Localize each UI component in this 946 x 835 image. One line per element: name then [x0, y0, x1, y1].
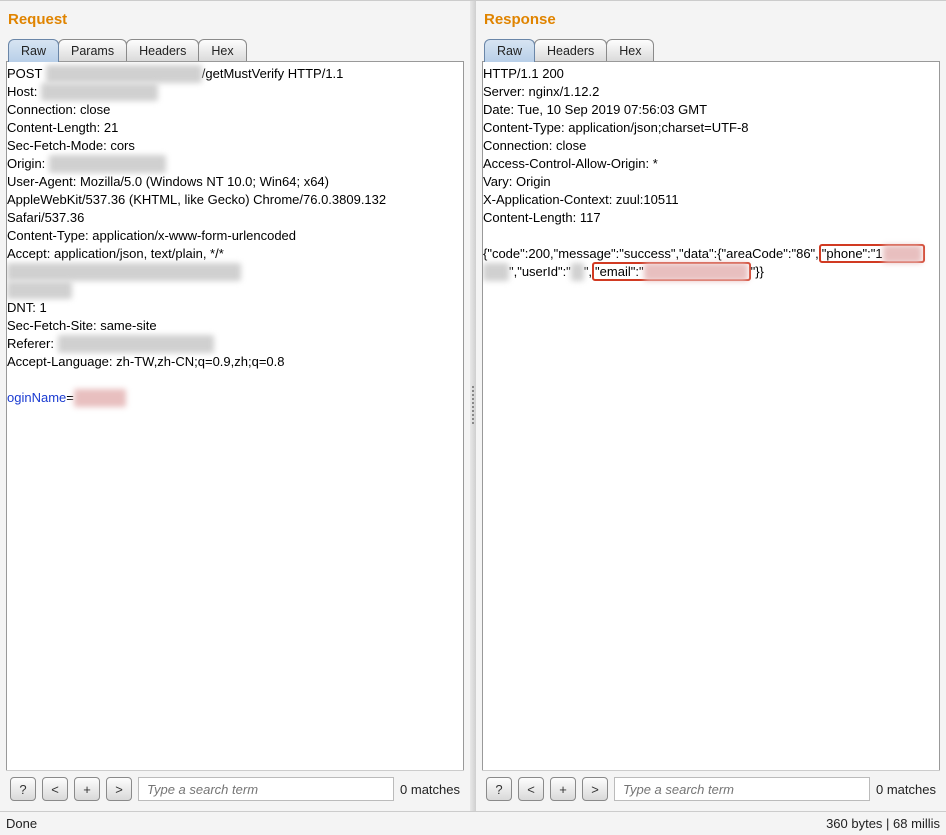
hdr-ref-label: Referer: [7, 336, 58, 351]
next-button[interactable]: > [582, 777, 608, 801]
hdr-ua2: AppleWebKit/537.36 (KHTML, like Gecko) C… [7, 192, 386, 207]
tab-hex[interactable]: Hex [606, 39, 654, 62]
redacted-phone: xxxxxx [883, 245, 922, 263]
hdr-host-label: Host: [7, 84, 41, 99]
status-left: Done [6, 816, 37, 831]
hdr-al: Accept-Language: zh-TW,zh-CN;q=0.9,zh;q=… [7, 354, 285, 369]
match-count: 0 matches [876, 782, 936, 797]
json-seg3: "}} [751, 264, 764, 279]
highlight-phone: "phone":"1xxxxxx [819, 244, 925, 263]
add-button[interactable]: + [550, 777, 576, 801]
req-line-method: POST [7, 66, 46, 81]
help-button[interactable]: ? [486, 777, 512, 801]
hdr-ua1: User-Agent: Mozilla/5.0 (Windows NT 10.0… [7, 174, 329, 189]
hdr-accept: Accept: application/json, text/plain, */… [7, 246, 224, 261]
request-title: Request [4, 5, 466, 38]
resp-server: Server: nginx/1.12.2 [483, 84, 599, 99]
resp-acao: Access-Control-Allow-Origin: * [483, 156, 658, 171]
request-pane: Request Raw Params Headers Hex POST xxxx… [0, 1, 470, 811]
hdr-dnt: DNT: 1 [7, 300, 47, 315]
help-button[interactable]: ? [10, 777, 36, 801]
hdr-clen: Content-Length: 21 [7, 120, 118, 135]
status-right: 360 bytes | 68 millis [826, 816, 940, 831]
hdr-ct: Content-Type: application/x-www-form-url… [7, 228, 296, 243]
highlight-email: "email":"xxxxxxxxxxxxxxxx [592, 262, 751, 281]
resp-vary: Vary: Origin [483, 174, 551, 189]
prev-button[interactable]: < [42, 777, 68, 801]
response-title: Response [480, 5, 942, 38]
redacted-gap: xxxx [483, 263, 509, 281]
redacted-userid: xx [571, 263, 584, 281]
hdr-sfm: Sec-Fetch-Mode: cors [7, 138, 135, 153]
tab-headers[interactable]: Headers [126, 39, 199, 62]
tab-raw[interactable]: Raw [484, 39, 535, 62]
resp-clen: Content-Length: 117 [483, 210, 601, 225]
redacted-path: xxxxxxxxxxxxxxxxxxxxxxxx [46, 65, 202, 83]
resp-status: HTTP/1.1 200 [483, 66, 564, 81]
resp-conn: Connection: close [483, 138, 586, 153]
app-root: Request Raw Params Headers Hex POST xxxx… [0, 0, 946, 835]
panes-container: Request Raw Params Headers Hex POST xxxx… [0, 1, 946, 811]
prev-button[interactable]: < [518, 777, 544, 801]
request-content-wrap: POST xxxxxxxxxxxxxxxxxxxxxxxx/getMustVer… [6, 61, 464, 770]
response-tabs: Raw Headers Hex [480, 38, 942, 61]
redacted-body-value: xxxxxxxx [74, 389, 126, 407]
tab-raw[interactable]: Raw [8, 39, 59, 62]
req-line-tail: /getMustVerify HTTP/1.1 [202, 66, 344, 81]
search-input[interactable] [138, 777, 394, 801]
response-content-wrap: HTTP/1.1 200 Server: nginx/1.12.2 Date: … [482, 61, 940, 770]
hdr-conn: Connection: close [7, 102, 110, 117]
tab-params[interactable]: Params [58, 39, 127, 62]
hdr-origin-label: Origin: [7, 156, 49, 171]
json-phone-label: "phone":"1 [822, 246, 883, 261]
request-raw-content[interactable]: POST xxxxxxxxxxxxxxxxxxxxxxxx/getMustVer… [7, 62, 463, 770]
resp-ct: Content-Type: application/json;charset=U… [483, 120, 749, 135]
response-pane: Response Raw Headers Hex HTTP/1.1 200 Se… [476, 1, 946, 811]
redacted-host: xxxxxxxxxxxxxxxxxx [41, 83, 158, 101]
request-tabs: Raw Params Headers Hex [4, 38, 466, 61]
request-search-row: ? < + > 0 matches [6, 770, 464, 807]
json-email-label: "email":" [595, 264, 644, 279]
match-count: 0 matches [400, 782, 460, 797]
response-search-row: ? < + > 0 matches [482, 770, 940, 807]
status-bar: Done 360 bytes | 68 millis [0, 811, 946, 835]
redacted-header-1: xxxxxxxxxxxxxxxxxxxxxxxxxxxxxxxxxxxx [7, 263, 241, 281]
response-raw-content[interactable]: HTTP/1.1 200 Server: nginx/1.12.2 Date: … [483, 62, 939, 770]
search-input[interactable] [614, 777, 870, 801]
body-eq: = [66, 390, 74, 405]
json-seg2b: ", [584, 264, 592, 279]
tab-headers[interactable]: Headers [534, 39, 607, 62]
resp-date: Date: Tue, 10 Sep 2019 07:56:03 GMT [483, 102, 707, 117]
redacted-referer: xxxxxxxxxxxxxxxxxxxxxxxx [58, 335, 214, 353]
tab-hex[interactable]: Hex [198, 39, 246, 62]
resp-xac: X-Application-Context: zuul:10511 [483, 192, 679, 207]
hdr-sfs: Sec-Fetch-Site: same-site [7, 318, 157, 333]
json-seg1: {"code":200,"message":"success","data":{… [483, 246, 819, 261]
json-seg2a: ","userId":" [509, 264, 571, 279]
redacted-email: xxxxxxxxxxxxxxxx [644, 263, 748, 281]
next-button[interactable]: > [106, 777, 132, 801]
body-param: oginName [7, 390, 66, 405]
redacted-origin: xxxxxxxxxxxxxxxxxx [49, 155, 166, 173]
hdr-ua3: Safari/537.36 [7, 210, 84, 225]
add-button[interactable]: + [74, 777, 100, 801]
redacted-header-2: xxxxxxxxxx [7, 281, 72, 299]
